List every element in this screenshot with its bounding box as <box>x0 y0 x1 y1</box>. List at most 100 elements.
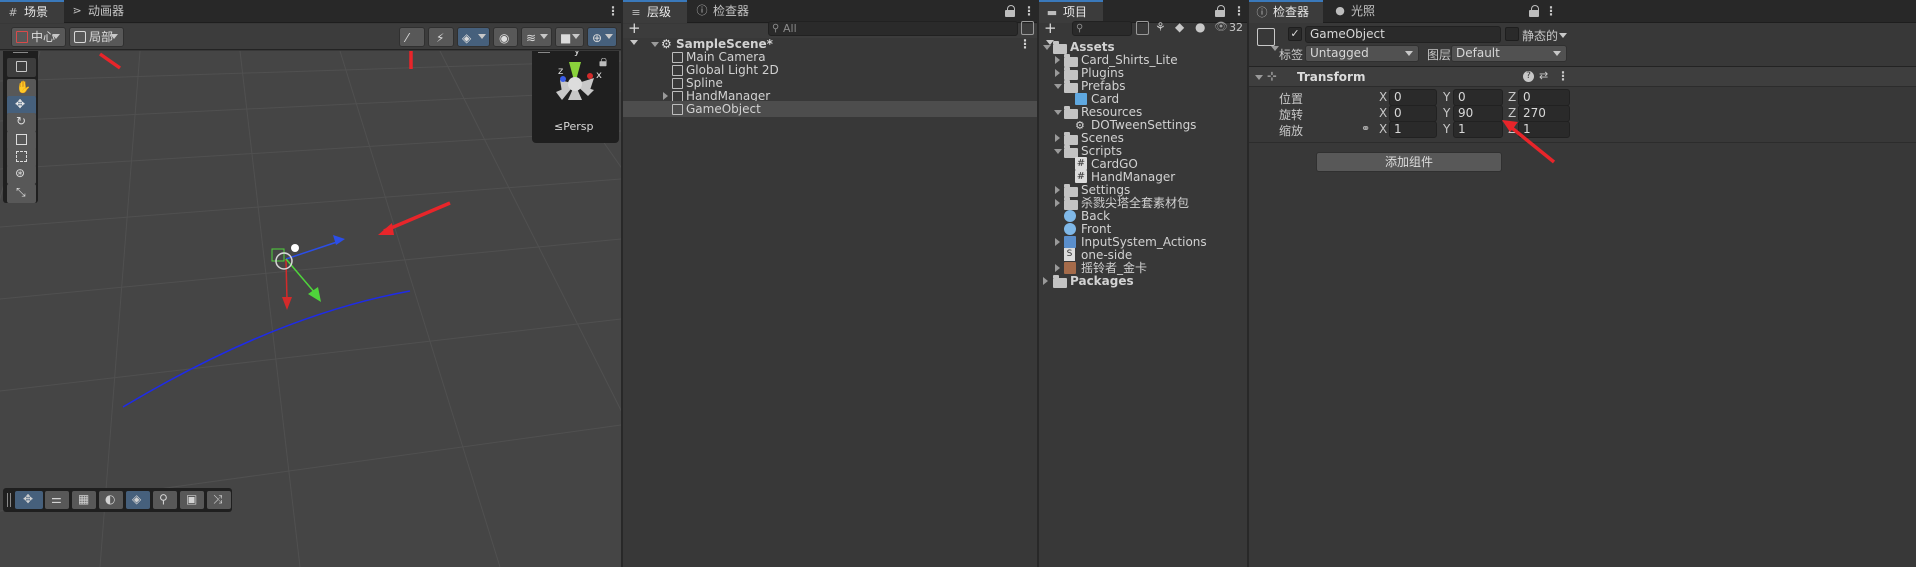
expand-icon[interactable] <box>1043 45 1051 50</box>
expand-icon[interactable] <box>1055 186 1060 194</box>
project-menu-icon[interactable]: ⋮ <box>1233 4 1245 18</box>
scene-visibility-button[interactable]: ◈ <box>457 27 490 47</box>
scale-x-field[interactable]: 1 <box>1389 121 1437 138</box>
search-icon: ⚲ <box>1076 23 1084 34</box>
layers-dropdown[interactable]: ≋ <box>521 27 552 47</box>
preset-icon[interactable]: ⇄ <box>1539 69 1548 82</box>
lock-icon[interactable] <box>1529 5 1539 17</box>
gameobject-icon <box>672 104 683 115</box>
search-by-type-icon[interactable] <box>1021 21 1034 35</box>
overlay-move-button[interactable]: ✥ <box>15 491 43 509</box>
object-name-input[interactable]: GameObject <box>1305 26 1501 43</box>
overlay-shuffle-button[interactable]: ⤨ <box>207 491 231 509</box>
overlay-layers-button[interactable]: ◈ <box>126 491 150 509</box>
hand-icon: ✋ <box>16 80 31 94</box>
move-icon: ✥ <box>23 492 34 506</box>
collapse-icon[interactable] <box>1255 75 1263 80</box>
space-dropdown[interactable]: 局部 <box>69 27 124 47</box>
tab-lighting[interactable]: ● 光照 <box>1327 0 1383 23</box>
expand-icon[interactable] <box>663 92 668 100</box>
pivot-dropdown[interactable]: 中心 <box>11 27 66 47</box>
scene-viewport[interactable]: ✋ ✥ ↻ ⊛ ⤡ y x z ≤Persp ✥ ⚌ ▦ ◐ ◈ ⚲ ▣ ⤨ <box>0 51 621 567</box>
overlay-grid-button[interactable]: ▦ <box>72 491 96 509</box>
fx-toggle-button[interactable]: ⚡ <box>428 27 454 47</box>
project-item[interactable]: Packages <box>1039 273 1247 289</box>
project-panel: ▬ 项目 ⋮ + ⚲ ⚘ ◆ ● 👁 32 Assets Card_Shirts… <box>1039 0 1247 567</box>
hierarchy-menu-icon[interactable]: ⋮ <box>1023 4 1035 18</box>
expand-icon[interactable] <box>1054 149 1062 154</box>
chevron-down-icon[interactable] <box>1271 46 1279 51</box>
component-menu-icon[interactable]: ⋮ <box>1557 69 1569 83</box>
help-icon[interactable]: ? <box>1523 71 1534 82</box>
view-gizmo[interactable]: y x z ≤Persp <box>532 51 619 143</box>
project-create-button[interactable]: + <box>1044 21 1066 45</box>
expand-icon[interactable] <box>1054 84 1062 89</box>
gameobject-large-icon <box>1257 28 1275 46</box>
lock-icon[interactable] <box>1215 5 1225 17</box>
overlay-camera-button[interactable]: ▣ <box>180 491 204 509</box>
static-checkbox[interactable] <box>1505 27 1519 41</box>
project-search-input[interactable]: ⚲ <box>1072 21 1132 36</box>
expand-icon[interactable] <box>1055 238 1060 246</box>
expand-icon[interactable] <box>1055 264 1060 272</box>
search-icon: ⚲ <box>159 492 168 506</box>
chevron-down-icon <box>1405 51 1413 56</box>
scene-toolbar: 中心 局部 ⁄ ⚡ ◈ ◉ ≋ ■ ⊕ <box>0 24 621 50</box>
transform-icon: ⊹ <box>1267 69 1278 83</box>
component-divider <box>1249 142 1916 143</box>
camera-dropdown[interactable]: ■ <box>555 27 584 47</box>
expand-icon[interactable] <box>1055 199 1060 207</box>
axis-gizmo[interactable] <box>532 52 619 122</box>
hierarchy-search-input[interactable]: ⚲ All <box>768 21 1018 36</box>
toggle-2d-button[interactable]: ⁄ <box>399 27 425 47</box>
persp-label[interactable]: ≤Persp <box>554 120 593 133</box>
tab-animator[interactable]: ⋗ 动画器 <box>64 0 132 23</box>
chevron-down-icon <box>52 34 60 39</box>
gizmo-icon: ⊕ <box>592 31 603 45</box>
scene-panel: # 场景 ⋗ 动画器 ⋮ 中心 局部 ⁄ ⚡ ◈ ◉ ≋ ■ ⊕ ✋ ✥ ↻ ⊛… <box>0 0 621 567</box>
view-tool-cube[interactable] <box>7 58 36 77</box>
type-filter-icon[interactable]: ⚘ <box>1155 20 1166 34</box>
hierarchy-item-selected[interactable]: GameObject <box>623 101 1037 117</box>
tab-inspector[interactable]: ⓘ 检查器 <box>1249 0 1323 23</box>
position-x-field[interactable]: 0 <box>1389 89 1437 106</box>
hidden-count-icon[interactable]: 👁 <box>1214 20 1228 33</box>
search-filter-icon[interactable] <box>1136 21 1149 35</box>
inspector-menu-icon[interactable]: ⋮ <box>1545 4 1557 18</box>
expand-icon[interactable] <box>1055 56 1060 64</box>
rotate-tool[interactable]: ↻ <box>7 113 36 132</box>
tag-dropdown[interactable]: Untagged <box>1305 45 1419 62</box>
scene-menu-icon[interactable]: ⋮ <box>607 4 619 18</box>
move-icon: ✥ <box>15 97 26 111</box>
transform-tool[interactable]: ⊛ <box>7 165 36 184</box>
overlay-toolbar: ✥ ⚌ ▦ ◐ ◈ ⚲ ▣ ⤨ <box>3 488 232 512</box>
chevron-down-icon[interactable] <box>1559 33 1567 38</box>
overlay-grid-snap-button[interactable]: ⚌ <box>45 491 69 509</box>
info-filter-icon[interactable]: ● <box>1195 20 1205 34</box>
expand-icon[interactable] <box>1055 69 1060 77</box>
tool-palette: ✋ ✥ ↻ ⊛ ⤡ <box>3 51 38 203</box>
tab-inspector-secondary[interactable]: ⓘ 检查器 <box>689 0 757 23</box>
tab-scene[interactable]: # 场景 <box>0 0 64 23</box>
spline-curve <box>122 290 411 408</box>
expand-icon[interactable] <box>1043 277 1048 285</box>
active-checkbox[interactable]: ✓ <box>1288 27 1302 41</box>
layers-icon: ◈ <box>132 492 142 506</box>
expand-icon[interactable] <box>651 42 659 47</box>
expand-icon[interactable] <box>1055 134 1060 142</box>
link-icon[interactable]: ⚭ <box>1361 122 1370 135</box>
custom-tool[interactable]: ⤡ <box>7 184 36 203</box>
layer-dropdown[interactable]: Default <box>1451 45 1567 62</box>
rotation-x-field[interactable]: 0 <box>1389 105 1437 122</box>
overlay-shading-button[interactable]: ◐ <box>99 491 123 509</box>
gizmos-dropdown[interactable]: ⊕ <box>587 27 617 47</box>
transform-header[interactable]: ⊹ Transform ? ⇄ ⋮ <box>1249 67 1916 87</box>
label-filter-icon[interactable]: ◆ <box>1175 20 1184 34</box>
lock-icon[interactable] <box>1005 5 1015 17</box>
eye-toggle-button[interactable]: ◉ <box>493 27 518 47</box>
expand-icon[interactable] <box>1054 110 1062 115</box>
scale-icon <box>16 134 27 145</box>
overlay-search-button[interactable]: ⚲ <box>153 491 177 509</box>
add-component-button[interactable]: 添加组件 <box>1316 152 1502 172</box>
create-button[interactable]: + <box>628 21 650 45</box>
